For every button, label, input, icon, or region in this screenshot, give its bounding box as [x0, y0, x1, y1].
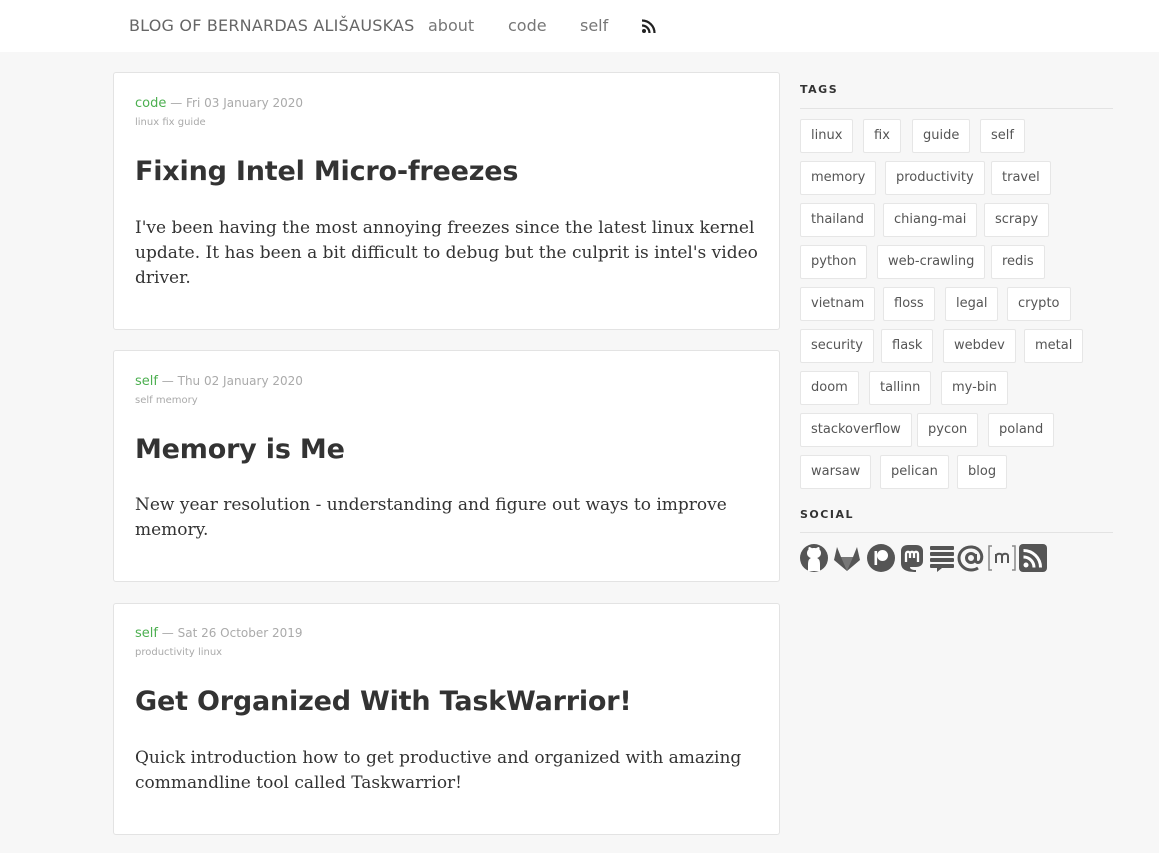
tag-security[interactable]: security — [800, 329, 874, 363]
social-heading: SOCIAL — [800, 508, 854, 521]
post-tags[interactable]: self memory — [135, 395, 198, 406]
post-date: — Sat 26 October 2019 — [161, 626, 303, 640]
nav-link-self[interactable]: self — [580, 16, 608, 35]
post-summary: New year resolution - understanding and … — [135, 495, 727, 540]
rss-icon[interactable] — [1018, 543, 1048, 573]
post-title-link[interactable]: Fixing Intel Micro-freezes — [135, 156, 518, 187]
tag-legal[interactable]: legal — [945, 287, 999, 321]
top-navbar: BLOG OF BERNARDAS ALIŠAUSKAS about code … — [0, 0, 1159, 52]
post-meta: code — Fri 03 January 2020 — [135, 96, 303, 111]
tag-scrapy[interactable]: scrapy — [984, 203, 1050, 237]
post-category-link[interactable]: self — [135, 374, 158, 389]
post-tags[interactable]: linux fix guide — [135, 117, 206, 128]
post-date: — Fri 03 January 2020 — [170, 96, 304, 110]
tag-thailand[interactable]: thailand — [800, 203, 875, 237]
gitlab-icon[interactable] — [832, 543, 862, 573]
github-icon[interactable] — [799, 543, 829, 573]
tag-pelican[interactable]: pelican — [880, 455, 949, 489]
site-brand-link[interactable]: BLOG OF BERNARDAS ALIŠAUSKAS — [129, 16, 415, 35]
nav-link-about[interactable]: about — [428, 16, 474, 35]
tag-vietnam[interactable]: vietnam — [800, 287, 876, 321]
tag-doom[interactable]: doom — [800, 371, 859, 405]
tag-blog[interactable]: blog — [957, 455, 1008, 489]
email-icon[interactable] — [956, 543, 986, 573]
tag-web-crawling[interactable]: web-crawling — [877, 245, 986, 279]
post-category-link[interactable]: code — [135, 96, 166, 111]
tag-webdev[interactable]: webdev — [943, 329, 1016, 363]
nav-link-code[interactable]: code — [508, 16, 547, 35]
tag-flask[interactable]: flask — [881, 329, 934, 363]
post-category-link[interactable]: self — [135, 626, 158, 641]
matrix-icon[interactable] — [987, 543, 1017, 573]
post-date: — Thu 02 January 2020 — [161, 374, 303, 388]
post-card: self — Sat 26 October 2019 productivity … — [113, 603, 780, 835]
tag-floss[interactable]: floss — [883, 287, 935, 321]
tags-divider — [800, 108, 1113, 109]
tag-redis[interactable]: redis — [991, 245, 1045, 279]
tag-productivity[interactable]: productivity — [885, 161, 985, 195]
tag-guide[interactable]: guide — [912, 119, 971, 153]
blog-icon[interactable] — [927, 543, 957, 573]
tag-warsaw[interactable]: warsaw — [800, 455, 872, 489]
tag-poland[interactable]: poland — [988, 413, 1055, 447]
tag-travel[interactable]: travel — [991, 161, 1051, 195]
tag-metal[interactable]: metal — [1024, 329, 1084, 363]
tag-linux[interactable]: linux — [800, 119, 854, 153]
rss-icon[interactable] — [641, 18, 657, 34]
tag-chiang-mai[interactable]: chiang-mai — [883, 203, 978, 237]
patreon-icon[interactable] — [866, 543, 896, 573]
post-summary: I've been having the most annoying freez… — [135, 218, 758, 288]
post-meta: self — Sat 26 October 2019 — [135, 626, 303, 641]
tag-self[interactable]: self — [980, 119, 1025, 153]
post-title-link[interactable]: Get Organized With TaskWarrior! — [135, 686, 632, 717]
post-card: code — Fri 03 January 2020 linux fix gui… — [113, 72, 780, 330]
tag-python[interactable]: python — [800, 245, 868, 279]
tag-stackoverflow[interactable]: stackoverflow — [800, 413, 912, 447]
post-summary: Quick introduction how to get productive… — [135, 748, 742, 793]
post-card: self — Thu 02 January 2020 self memory M… — [113, 350, 780, 582]
post-meta: self — Thu 02 January 2020 — [135, 374, 303, 389]
tag-fix[interactable]: fix — [863, 119, 901, 153]
tag-my-bin[interactable]: my-bin — [941, 371, 1008, 405]
tag-pycon[interactable]: pycon — [917, 413, 979, 447]
post-tags[interactable]: productivity linux — [135, 647, 222, 658]
tag-memory[interactable]: memory — [800, 161, 877, 195]
tag-tallinn[interactable]: tallinn — [869, 371, 932, 405]
tags-heading: TAGS — [800, 83, 839, 96]
tag-crypto[interactable]: crypto — [1007, 287, 1071, 321]
mastodon-icon[interactable] — [897, 543, 927, 573]
post-title-link[interactable]: Memory is Me — [135, 434, 345, 465]
social-divider — [800, 532, 1113, 533]
